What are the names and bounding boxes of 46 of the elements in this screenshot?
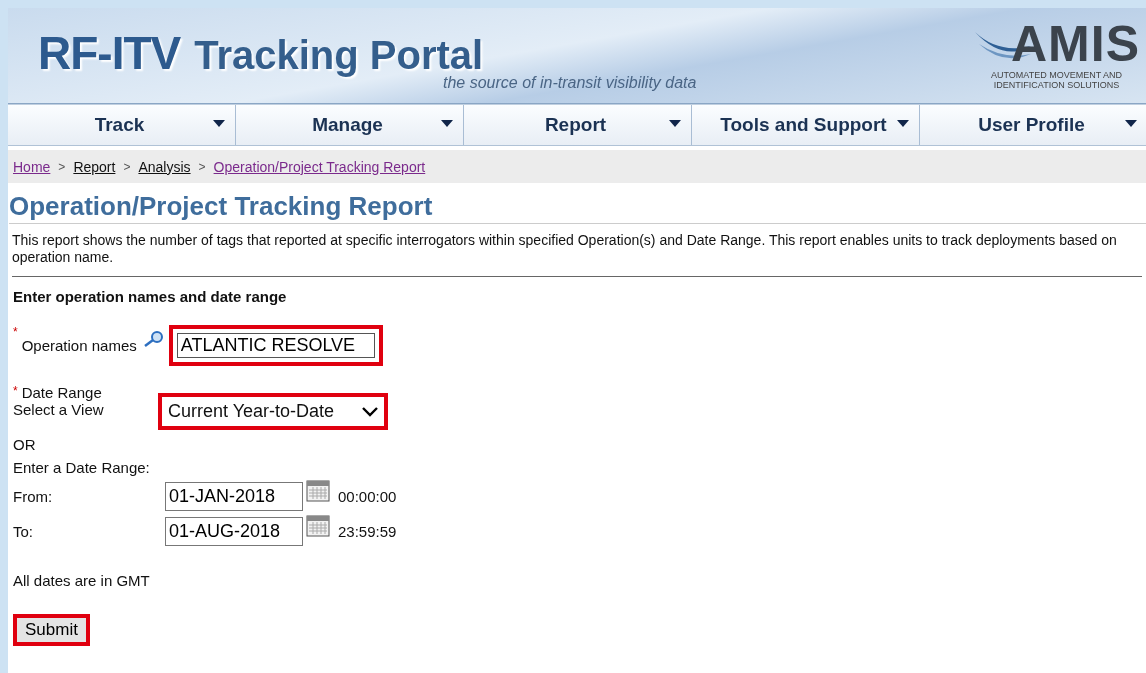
breadcrumb-link[interactable]: Analysis [138,158,191,175]
timezone-note: All dates are in GMT [13,572,151,589]
date-range-label: Enter a Date Range: [13,459,151,476]
breadcrumb-separator: > [198,159,206,174]
view-dropdown[interactable]: Current Year-to-Date [158,393,388,430]
operation-names-field[interactable]: ATLANTIC RESOLVE [168,325,383,366]
or-text: OR [13,436,37,453]
date-field[interactable]: 01-AUG-2018 [165,517,303,546]
breadcrumb-link[interactable]: Report [73,158,116,175]
caret-icon [669,120,681,128]
nav-menu-item[interactable]: Track [8,105,236,145]
logo-name: AMIS [1011,18,1140,70]
field-label: From: [13,488,54,505]
date-field[interactable]: 01-JAN-2018 [165,482,303,511]
submit-button[interactable]: Submit [13,614,90,646]
time-text: 00:00:00 [338,488,397,505]
caret-icon [897,120,909,128]
time-text: 23:59:59 [338,523,397,540]
required-mark: * [13,325,18,339]
breadcrumb-separator: > [58,159,66,174]
nav-menu-item[interactable]: Tools and Support [692,105,920,145]
chevron-down-icon [362,406,378,417]
report-description: This report shows the number of tags that reported at specific interrogators within specified Operation(s) and Date Range. This report enables units to track deployments based on operation name. [12,232,1142,277]
field-label: To: [13,523,34,540]
search-icon[interactable] [142,329,165,348]
calendar-icon[interactable] [306,514,330,537]
field-label: Select a View [13,401,105,418]
logo-subtitle: AUTOMATED MOVEMENT AND IDENTIFICATION SOLUTIONS [991,70,1122,90]
caret-icon [441,120,453,128]
nav-menu-item[interactable]: Manage [236,105,464,145]
nav-menu-item[interactable]: Report [464,105,692,145]
nav-menu-item[interactable]: User Profile [920,105,1146,145]
form-heading: Enter operation names and date range [13,288,288,305]
portal-title-acronym: RF-ITV [38,26,181,80]
tagline: the source of in-transit visibility data [443,74,697,92]
calendar-icon[interactable] [306,479,330,502]
field-label: Date Range [21,384,102,401]
breadcrumb-separator: > [123,159,131,174]
page-title: Operation/Project Tracking Report [9,191,1146,224]
caret-icon [1125,120,1137,128]
breadcrumb-link[interactable]: Operation/Project Tracking Report [213,158,426,175]
field-label: Operation names [21,337,137,354]
required-mark: * [13,384,18,398]
portal-title: Tracking Portal [194,33,484,77]
breadcrumb-link[interactable]: Home [13,158,51,175]
caret-icon [213,120,225,128]
